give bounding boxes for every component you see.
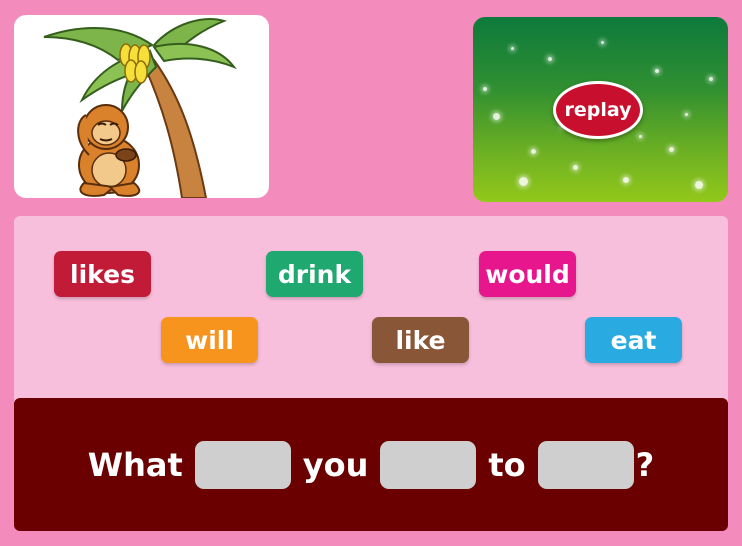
replay-button[interactable]: replay [553,81,643,139]
sentence-word-what: What [87,445,183,484]
word-bank: likes drink would will like eat [14,216,728,402]
sparkle-icon [669,147,674,152]
sparkle-icon [639,135,642,138]
monkey-under-banana-tree-icon [43,18,237,198]
sparkle-icon [601,41,604,44]
word-chip-drink[interactable]: drink [266,251,363,297]
sparkle-icon [623,177,629,183]
video-panel: replay [473,17,728,202]
blank-slot-1[interactable] [194,440,291,489]
sparkle-icon [709,77,713,81]
word-chip-like[interactable]: like [372,317,469,363]
sparkle-icon [531,149,536,154]
sentence-word-to: to [488,445,526,484]
sparkle-icon [519,177,528,186]
blank-slot-2[interactable] [380,440,477,489]
sentence: What you to ? [14,398,728,531]
sentence-bar: What you to ? [14,398,728,531]
sparkle-icon [695,181,703,189]
word-chip-will[interactable]: will [161,317,258,363]
word-chip-eat[interactable]: eat [585,317,682,363]
sparkle-icon [493,113,500,120]
sparkle-icon [511,47,514,50]
sentence-word-you: you [302,445,369,484]
word-chip-would[interactable]: would [479,251,576,297]
sparkle-icon [685,113,688,116]
word-chip-likes[interactable]: likes [54,251,151,297]
sparkle-icon [655,69,659,73]
blank-slot-3[interactable] [537,440,634,489]
question-mark: ? [635,445,655,484]
sparkle-icon [548,57,552,61]
sparkle-icon [573,165,578,170]
sparkle-icon [483,87,487,91]
picture-card [14,15,269,198]
